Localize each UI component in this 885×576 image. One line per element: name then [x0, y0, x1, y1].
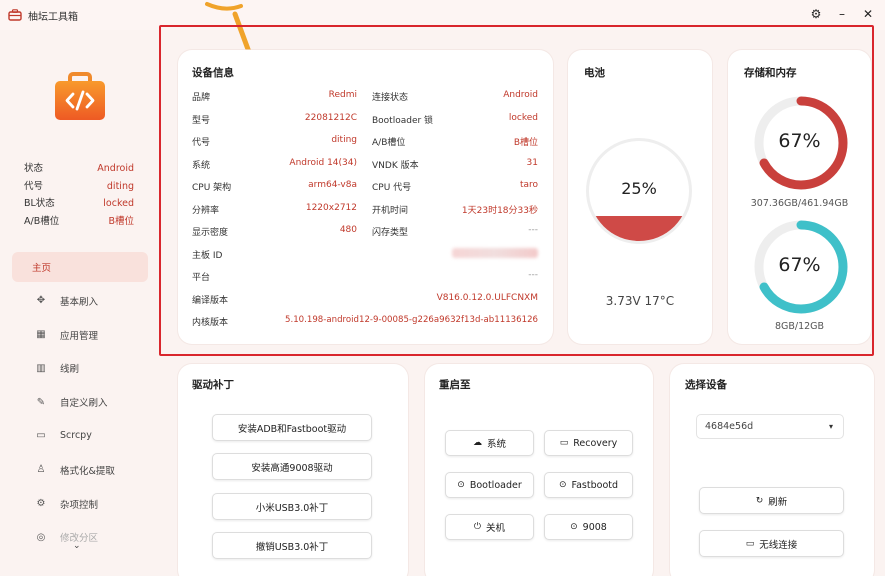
- reboot-recovery-button[interactable]: ▭ Recovery: [544, 430, 633, 456]
- settings-icon[interactable]: ⚙: [809, 6, 823, 22]
- screen-mirror-icon: ▭: [36, 430, 46, 442]
- refresh-icon: ↻: [755, 495, 764, 506]
- status-row-slot: A/B槽位 B槽位: [24, 215, 134, 227]
- revert-usb3-patch-button[interactable]: 撤销USB3.0补丁: [212, 532, 372, 559]
- partition-icon: ◎: [36, 531, 46, 543]
- fastbootd-icon: ⊙: [558, 480, 567, 490]
- install-adb-fastboot-driver-button[interactable]: 安装ADB和Fastboot驱动: [212, 414, 372, 441]
- cloud-icon: ☁: [472, 438, 482, 448]
- apps-icon: ▦: [36, 329, 46, 341]
- reboot-system-button[interactable]: ☁ 系统: [445, 430, 534, 456]
- selected-device: 4684e56d: [705, 421, 754, 432]
- reboot-bootloader-button[interactable]: ⊙ Bootloader: [445, 472, 534, 498]
- driver-card: 驱动补丁 安装ADB和Fastboot驱动 安装高通9008驱动 小米USB3.…: [178, 364, 408, 576]
- misc-icon: ⚙: [36, 498, 46, 510]
- sidebar-item-custom-flash[interactable]: ✎ 自定义刷入: [12, 387, 148, 417]
- sidebar-item-line-flash[interactable]: ▥ 线刷: [12, 353, 148, 383]
- monitor-icon: ▭: [745, 538, 755, 549]
- driver-title: 驱动补丁: [192, 379, 234, 391]
- monitor-icon: ▭: [559, 438, 569, 448]
- sidebar-item-home[interactable]: 主页: [12, 252, 148, 282]
- edl-icon: ⊙: [570, 522, 578, 532]
- bootloader-icon: ⊙: [457, 480, 465, 490]
- reboot-title: 重启至: [439, 379, 471, 391]
- format-icon: ♙: [36, 464, 46, 476]
- chevron-down-icon[interactable]: ⌄: [73, 541, 81, 551]
- xiaomi-usb3-patch-button[interactable]: 小米USB3.0补丁: [212, 493, 372, 520]
- reboot-fastbootd-button[interactable]: ⊙ Fastbootd: [544, 472, 633, 498]
- toolbox-logo-icon: [55, 72, 105, 120]
- sidebar-item-app-manager[interactable]: ▦ 应用管理: [12, 320, 148, 350]
- app-title: 柚坛工具箱: [28, 11, 78, 23]
- sidebar-item-misc[interactable]: ⚙ 杂项控制: [12, 489, 148, 519]
- sidebar-nav: 主页 ✥ 基本刷入 ▦ 应用管理 ▥ 线刷 ✎ 自定义刷入 ▭ Scrcpy ♙…: [12, 252, 148, 556]
- install-qualcomm-9008-driver-button[interactable]: 安装高通9008驱动: [212, 453, 372, 480]
- refresh-button[interactable]: ↻ 刷新: [699, 487, 844, 514]
- sidebar: 状态 Android 代号 diting BL状态 locked A/B槽位 B…: [0, 30, 158, 576]
- status-row-state: 状态 Android: [24, 163, 134, 174]
- device-select-title: 选择设备: [685, 379, 727, 391]
- power-off-button[interactable]: ⏻ 关机: [445, 514, 534, 540]
- status-row-codename: 代号 diting: [24, 180, 134, 192]
- sidebar-item-format[interactable]: ♙ 格式化&提取: [12, 455, 148, 485]
- device-select-card: 选择设备 4684e56d ▾ ↻ 刷新 ▭ 无线连接: [670, 364, 874, 576]
- power-icon: ⏻: [473, 522, 482, 532]
- line-flash-icon: ▥: [36, 362, 46, 374]
- reboot-card: 重启至 ☁ 系统 ▭ Recovery ⊙ Bootloader ⊙ Fastb…: [425, 364, 653, 576]
- highlight-box: [159, 25, 874, 356]
- sidebar-item-basic-flash[interactable]: ✥ 基本刷入: [12, 286, 148, 316]
- status-row-bl: BL状态 locked: [24, 198, 134, 209]
- minimize-button[interactable]: –: [835, 6, 849, 22]
- reboot-9008-button[interactable]: ⊙ 9008: [544, 514, 633, 540]
- device-status-list: 状态 Android 代号 diting BL状态 locked A/B槽位 B…: [24, 160, 134, 230]
- flash-icon: ✥: [36, 295, 46, 307]
- window-controls: ⚙ – ✕: [809, 6, 875, 22]
- device-select-dropdown[interactable]: 4684e56d ▾: [696, 414, 844, 439]
- wireless-connect-button[interactable]: ▭ 无线连接: [699, 530, 844, 557]
- caret-down-icon: ▾: [828, 422, 833, 431]
- sidebar-item-scrcpy[interactable]: ▭ Scrcpy: [12, 421, 148, 451]
- close-button[interactable]: ✕: [861, 6, 875, 22]
- custom-flash-icon: ✎: [36, 396, 46, 408]
- toolbox-icon: [8, 9, 22, 21]
